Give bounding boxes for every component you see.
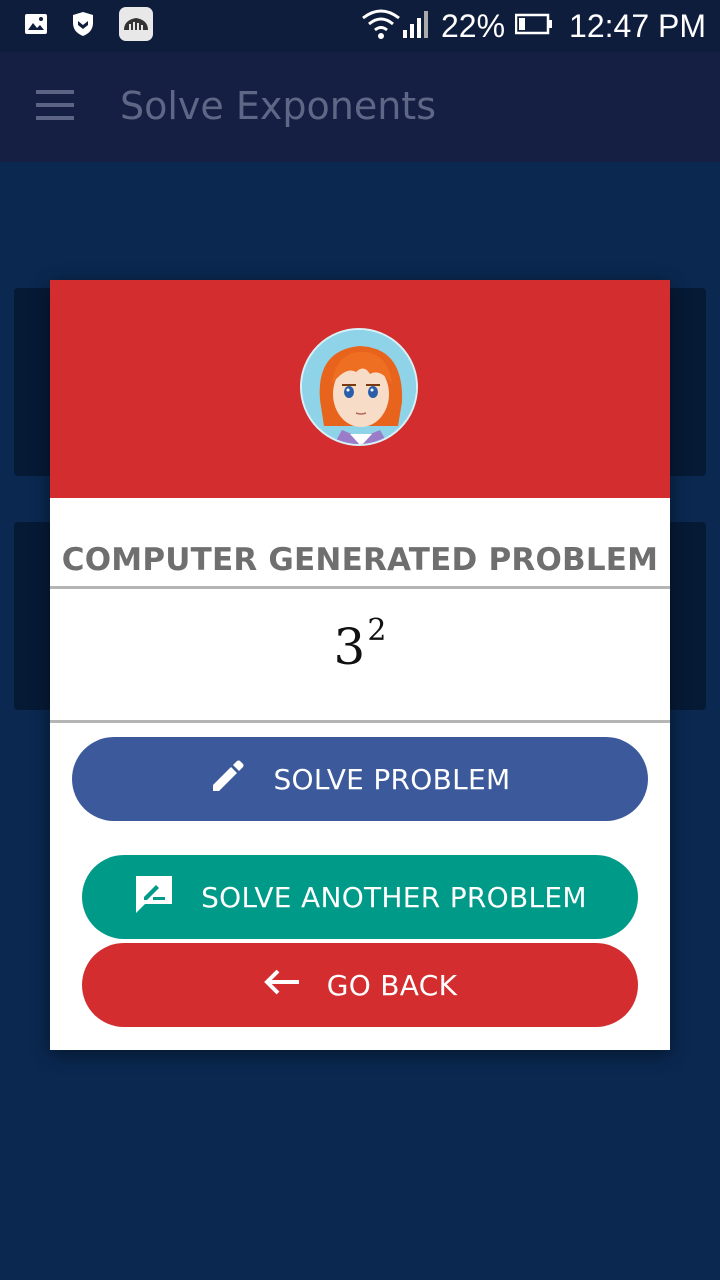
- divider: [50, 586, 670, 589]
- status-bar: 22% 12:47 PM: [0, 0, 720, 52]
- soundcloud-icon: [118, 6, 154, 47]
- expression-base: 3: [333, 618, 366, 676]
- app-title: Solve Exponents: [120, 84, 436, 128]
- dialog-heading: COMPUTER GENERATED PROBLEM: [61, 542, 659, 578]
- shield-icon: [72, 11, 94, 42]
- clock-time: 12:47 PM: [569, 7, 706, 44]
- arrow-left-icon: [263, 967, 301, 1004]
- go-back-button[interactable]: GO BACK: [82, 943, 638, 1027]
- divider: [50, 720, 670, 723]
- solve-another-problem-button[interactable]: SOLVE ANOTHER PROBLEM: [82, 855, 638, 939]
- avatar: [300, 328, 418, 446]
- solve-another-problem-label: SOLVE ANOTHER PROBLEM: [201, 880, 587, 914]
- go-back-label: GO BACK: [326, 968, 458, 1002]
- comment-edit-icon: [133, 873, 175, 922]
- signal-icon: [401, 8, 433, 45]
- app-bar: Solve Exponents: [0, 52, 720, 162]
- wifi-icon: [361, 8, 401, 45]
- gallery-icon: [24, 13, 48, 40]
- solve-problem-button[interactable]: SOLVE PROBLEM: [72, 737, 648, 821]
- problem-dialog: COMPUTER GENERATED PROBLEM 32 SOLVE PROB…: [50, 280, 670, 1050]
- battery-percent: 22%: [440, 7, 506, 44]
- dialog-header: [50, 280, 670, 498]
- pencil-icon: [209, 757, 247, 802]
- hamburger-menu-icon[interactable]: [36, 90, 76, 122]
- solve-problem-label: SOLVE PROBLEM: [273, 762, 511, 796]
- battery-icon: [514, 13, 553, 40]
- problem-expression: 32: [50, 613, 670, 676]
- expression-exponent: 2: [367, 613, 387, 648]
